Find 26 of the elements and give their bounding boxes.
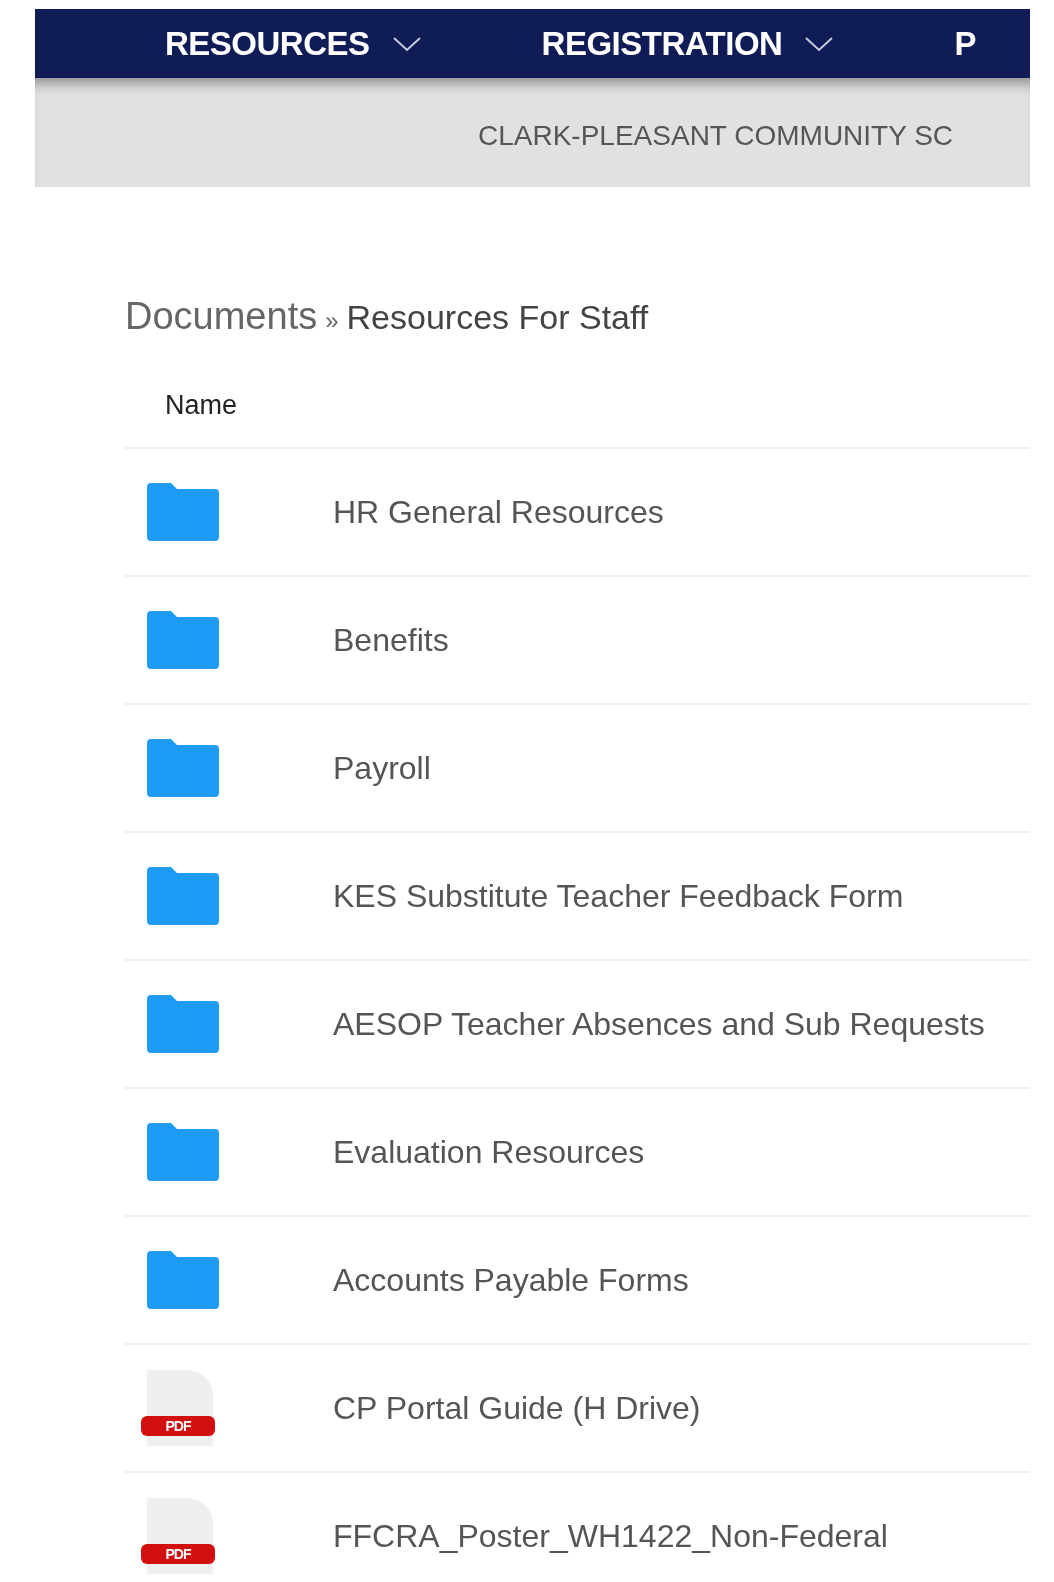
folder-link[interactable]: AESOP Teacher Absences and Sub Requests bbox=[333, 1005, 985, 1043]
banner-title: CLARK-PLEASANT COMMUNITY SC bbox=[478, 118, 954, 152]
nav-link[interactable]: P bbox=[954, 24, 976, 63]
folder-icon[interactable] bbox=[147, 739, 219, 797]
folder-link[interactable]: HR General Resources bbox=[333, 493, 664, 531]
folder-link[interactable]: Evaluation Resources bbox=[333, 1133, 645, 1171]
nav-link[interactable]: REGISTRATION bbox=[541, 24, 835, 63]
folder-icon[interactable] bbox=[147, 867, 219, 925]
folder-link[interactable]: Benefits bbox=[333, 621, 449, 659]
file-link[interactable]: CP Portal Guide (H Drive) bbox=[333, 1389, 701, 1427]
folder-icon[interactable] bbox=[147, 1123, 219, 1181]
nav-link[interactable]: RESOURCES bbox=[165, 24, 422, 63]
folder-link[interactable]: KES Substitute Teacher Feedback Form bbox=[333, 877, 904, 915]
chevron-down-icon bbox=[391, 34, 422, 53]
file-link[interactable]: FFCRA_Poster_WH1422_Non-Federal bbox=[333, 1517, 888, 1555]
folder-link[interactable]: Accounts Payable Forms bbox=[333, 1261, 689, 1299]
breadcrumb-separator: » bbox=[325, 307, 339, 335]
chevron-down-icon bbox=[804, 34, 835, 53]
column-header[interactable]: Name bbox=[125, 390, 1030, 449]
folder-icon[interactable] bbox=[147, 483, 219, 541]
folder-icon[interactable] bbox=[147, 611, 219, 669]
breadcrumb-current: Resources For Staff bbox=[346, 298, 649, 337]
folder-icon[interactable] bbox=[147, 1251, 219, 1309]
folder-icon[interactable] bbox=[147, 995, 219, 1053]
folder-link[interactable]: Payroll bbox=[333, 749, 431, 787]
breadcrumb-link[interactable]: Documents bbox=[125, 295, 318, 338]
